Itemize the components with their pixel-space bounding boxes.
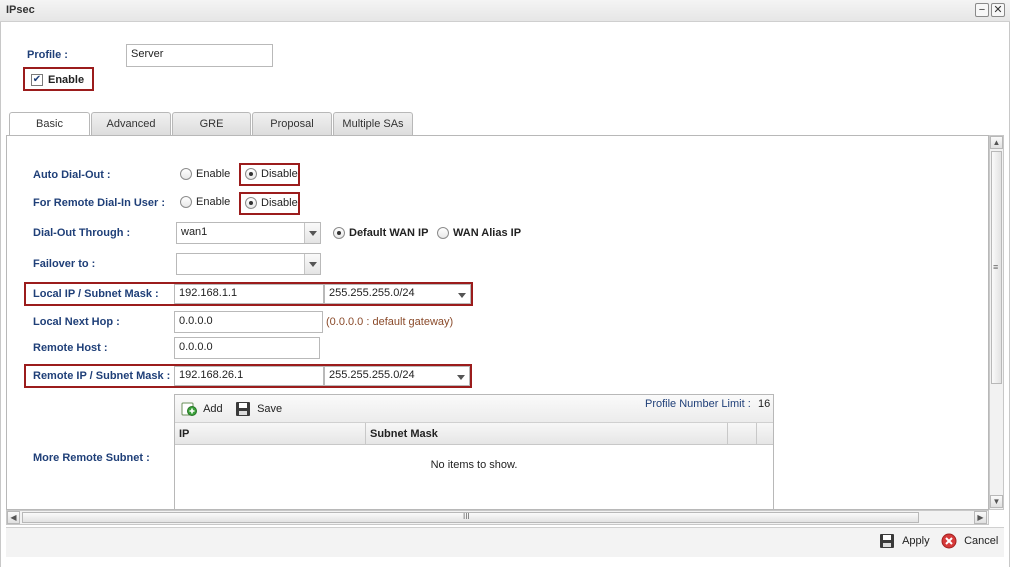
- save-icon[interactable]: [879, 533, 895, 549]
- cancel-button[interactable]: Cancel: [941, 533, 998, 549]
- radio-selected-icon[interactable]: [245, 168, 257, 181]
- remote-host-input[interactable]: 0.0.0.0: [174, 337, 320, 359]
- remote-dial-in-enable-radio[interactable]: Enable: [180, 196, 230, 209]
- tab-basic[interactable]: Basic: [9, 112, 90, 137]
- local-subnet-mask-select[interactable]: 255.255.255.0/24: [324, 284, 471, 304]
- add-label: Add: [203, 403, 223, 415]
- scroll-left-icon[interactable]: ◀: [7, 511, 20, 524]
- column-subnet-mask[interactable]: Subnet Mask: [370, 428, 438, 440]
- radio-selected-icon[interactable]: [333, 227, 345, 240]
- dial-out-through-label: Dial-Out Through :: [33, 227, 131, 239]
- radio-selected-icon[interactable]: [245, 197, 257, 210]
- remote-host-label: Remote Host :: [33, 342, 108, 354]
- dial-out-through-select[interactable]: wan1: [176, 222, 321, 244]
- scroll-up-icon[interactable]: ▲: [990, 136, 1003, 149]
- enable-checkbox-group[interactable]: ✔ Enable: [23, 67, 94, 91]
- grip-icon: ≡: [993, 262, 999, 272]
- minimize-button[interactable]: −: [975, 3, 989, 17]
- grid-toolbar: Add Save Profile Number Limit : 16: [175, 395, 773, 423]
- scroll-right-icon[interactable]: ▶: [974, 511, 987, 524]
- column-divider: [756, 423, 757, 444]
- tab-advanced[interactable]: Advanced: [91, 112, 171, 136]
- remote-subnet-mask-value: 255.255.255.0/24: [329, 369, 415, 381]
- wan-alias-ip-radio[interactable]: WAN Alias IP: [437, 227, 521, 240]
- chevron-down-icon[interactable]: [453, 367, 469, 385]
- chevron-down-icon[interactable]: [304, 254, 320, 274]
- enable-label: Enable: [48, 74, 85, 86]
- window-title: IPsec: [6, 4, 35, 16]
- tab-proposal[interactable]: Proposal: [252, 112, 332, 136]
- add-button[interactable]: Add: [181, 401, 223, 417]
- more-remote-subnet-label: More Remote Subnet :: [33, 452, 150, 464]
- profile-name-input[interactable]: Server: [126, 44, 273, 67]
- column-ip[interactable]: IP: [179, 428, 189, 440]
- default-wan-ip-radio[interactable]: Default WAN IP: [333, 227, 428, 240]
- column-divider: [365, 423, 366, 444]
- horizontal-scroll-thumb[interactable]: III: [22, 512, 919, 523]
- grid-empty-text: No items to show.: [430, 459, 518, 471]
- auto-dial-out-label: Auto Dial-Out :: [33, 169, 111, 181]
- grip-icon: III: [463, 512, 470, 521]
- save-label: Save: [257, 403, 283, 415]
- apply-button[interactable]: Apply: [879, 533, 930, 549]
- profile-label: Profile :: [27, 49, 68, 61]
- tab-gre[interactable]: GRE: [172, 112, 251, 136]
- vertical-scroll-thumb[interactable]: ≡: [991, 151, 1002, 384]
- local-ip-input[interactable]: 192.168.1.1: [174, 284, 324, 304]
- auto-dial-out-enable-radio[interactable]: Enable: [180, 168, 230, 181]
- vertical-scrollbar[interactable]: ▲ ≡ ▼: [989, 135, 1004, 510]
- remote-subnet-grid: Add Save Profile Number Limit : 16 IP Su…: [174, 394, 774, 510]
- close-window-button[interactable]: ✕: [991, 3, 1005, 17]
- column-divider: [727, 423, 728, 444]
- scroll-down-icon[interactable]: ▼: [990, 495, 1003, 508]
- radio-icon[interactable]: [437, 227, 449, 240]
- add-icon[interactable]: [181, 401, 197, 417]
- window-titlebar: IPsec − ✕: [0, 0, 1010, 22]
- remote-dial-in-label: For Remote Dial-In User :: [33, 197, 166, 209]
- save-button[interactable]: Save: [235, 401, 282, 417]
- remote-subnet-mask-select[interactable]: 255.255.255.0/24: [324, 366, 470, 386]
- save-icon[interactable]: [235, 401, 251, 417]
- auto-dial-out-disable-radio[interactable]: Disable: [239, 163, 300, 186]
- local-next-hop-hint: (0.0.0.0 : default gateway): [326, 316, 454, 328]
- check-icon[interactable]: ✔: [31, 74, 43, 86]
- radio-icon[interactable]: [180, 196, 192, 209]
- profile-number-limit-label: Profile Number Limit :: [645, 398, 751, 410]
- tab-multiple-sas[interactable]: Multiple SAs: [333, 112, 413, 136]
- failover-to-label: Failover to :: [33, 258, 96, 270]
- cancel-icon[interactable]: [941, 533, 957, 549]
- local-subnet-mask-value: 255.255.255.0/24: [329, 287, 415, 299]
- dialog-footer: Apply Cancel: [6, 527, 1004, 557]
- radio-icon[interactable]: [180, 168, 192, 181]
- failover-to-select[interactable]: [176, 253, 321, 275]
- dial-out-through-value: wan1: [181, 226, 208, 238]
- local-next-hop-label: Local Next Hop :: [33, 316, 120, 328]
- local-next-hop-input[interactable]: 0.0.0.0: [174, 311, 323, 333]
- apply-label: Apply: [902, 535, 930, 547]
- remote-ip-label: Remote IP / Subnet Mask :: [33, 370, 171, 382]
- horizontal-scrollbar[interactable]: ◀ III ▶: [6, 510, 989, 525]
- profile-number-limit-value: 16: [758, 398, 771, 410]
- local-ip-label: Local IP / Subnet Mask :: [33, 288, 159, 300]
- chevron-down-icon[interactable]: [454, 285, 470, 303]
- remote-ip-input[interactable]: 192.168.26.1: [174, 366, 324, 386]
- grid-header: IP Subnet Mask: [175, 423, 773, 445]
- cancel-label: Cancel: [964, 535, 999, 547]
- remote-dial-in-disable-radio[interactable]: Disable: [239, 192, 300, 215]
- chevron-down-icon[interactable]: [304, 223, 320, 243]
